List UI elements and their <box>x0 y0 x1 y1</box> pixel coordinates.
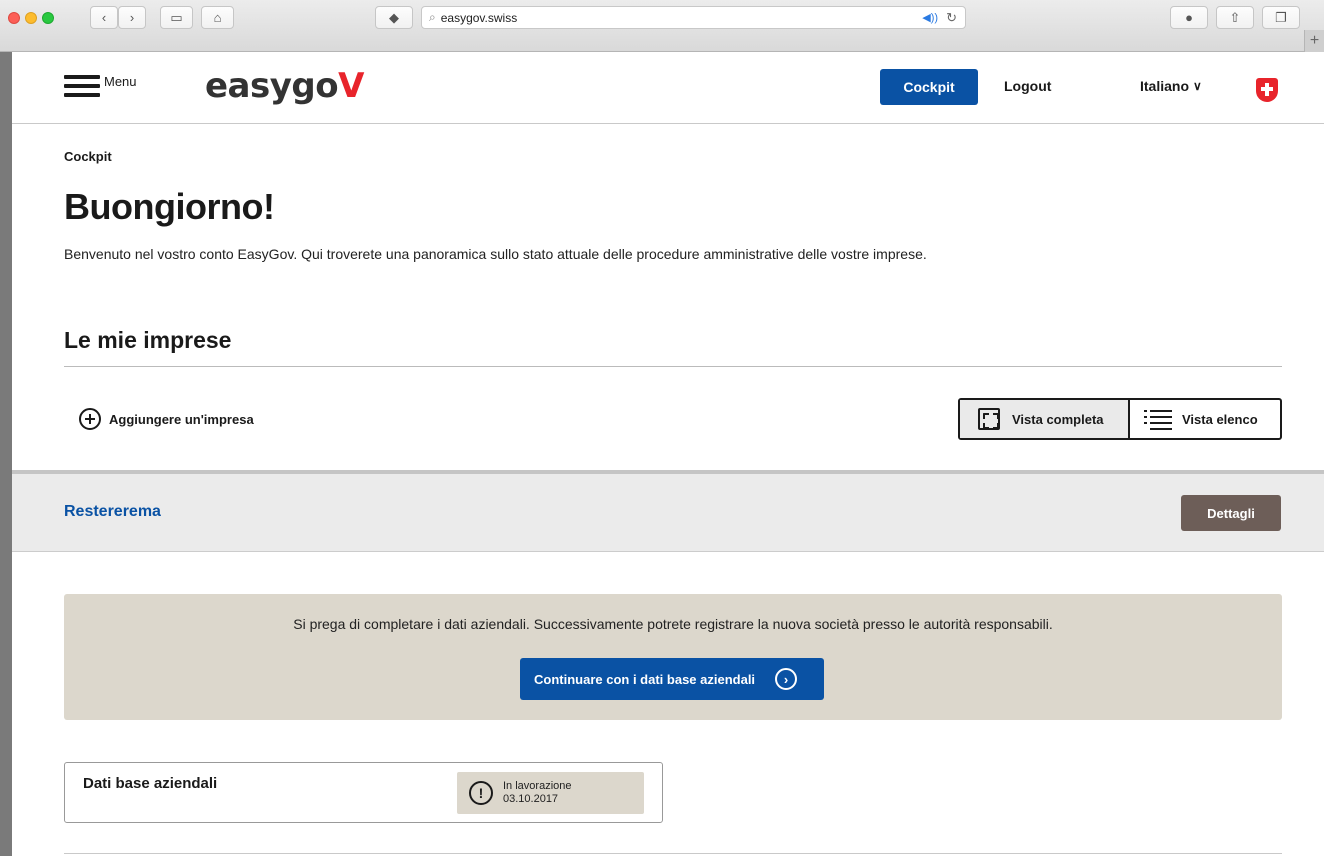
address-text: easygov.swiss <box>440 10 518 25</box>
address-bar[interactable]: ⌕ easygov.swiss ◀)) ↻ <box>421 6 966 29</box>
view-full-label: Vista completa <box>1012 411 1104 427</box>
swiss-cross-icon <box>1256 78 1278 102</box>
home-button[interactable]: ⌂ <box>201 6 234 29</box>
audio-icon[interactable]: ◀)) <box>922 11 938 24</box>
card-title: Dati base aziendali <box>83 775 218 792</box>
plus-circle-icon <box>79 408 101 430</box>
menu-label: Menu <box>104 74 137 89</box>
expand-icon <box>978 408 1000 430</box>
download-icon: ● <box>1185 10 1193 25</box>
cockpit-button[interactable]: Cockpit <box>880 69 978 105</box>
page-title: Buongiorno! <box>64 186 275 227</box>
language-selector[interactable]: Italiano ∨ <box>1140 78 1202 94</box>
extension-button[interactable]: ◆ <box>375 6 413 29</box>
notice-text: Si prega di completare i dati aziendali.… <box>293 616 1053 632</box>
sidebar-toggle-button[interactable]: ▭ <box>160 6 193 29</box>
status-date: 03.10.2017 <box>503 793 559 805</box>
tabs-icon: ❐ <box>1275 9 1287 25</box>
view-full-button[interactable]: Vista completa <box>960 400 1130 438</box>
search-icon: ⌕ <box>429 10 436 24</box>
divider <box>64 853 1282 854</box>
hamburger-icon <box>64 75 100 97</box>
share-button[interactable]: ⇧ <box>1216 6 1254 29</box>
language-label: Italiano <box>1140 78 1190 94</box>
company-data-card[interactable]: Dati base aziendali ! In lavorazione 03.… <box>64 762 663 823</box>
logout-link[interactable]: Logout <box>1004 78 1051 94</box>
minimize-window-button[interactable] <box>25 12 37 24</box>
welcome-text: Benvenuto nel vostro conto EasyGov. Qui … <box>64 246 927 262</box>
home-icon: ⌂ <box>213 10 222 25</box>
menu-button[interactable]: Menu <box>64 74 137 97</box>
evernote-icon: ◆ <box>389 9 399 25</box>
arrow-circle-icon: › <box>775 668 798 690</box>
browser-toolbar: ‹ › ▭ ⌂ ◆ ⌕ easygov.swiss ◀)) ↻ ● ⇧ ❐ + <box>0 0 1324 52</box>
zoom-window-button[interactable] <box>42 12 54 24</box>
share-icon: ⇧ <box>1229 9 1241 25</box>
chevron-left-icon: ‹ <box>101 10 107 25</box>
reload-icon[interactable]: ↻ <box>946 10 957 26</box>
divider <box>64 366 1282 367</box>
forward-button[interactable]: › <box>118 6 146 29</box>
sidebar-icon: ▭ <box>170 9 183 25</box>
back-button[interactable]: ‹ <box>90 6 118 29</box>
notice-panel: Si prega di completare i dati aziendali.… <box>64 594 1282 720</box>
view-toggle: Vista completa Vista elenco <box>958 398 1282 440</box>
new-tab-button[interactable]: + <box>1304 30 1324 52</box>
easygov-logo[interactable]: easygoV <box>205 66 364 106</box>
downloads-button[interactable]: ● <box>1170 6 1208 29</box>
add-company-button[interactable]: Aggiungere un'impresa <box>79 408 254 430</box>
close-window-button[interactable] <box>8 12 20 24</box>
details-button[interactable]: Dettagli <box>1181 495 1281 531</box>
chevron-right-icon: › <box>129 10 135 25</box>
exclamation-icon: ! <box>469 781 493 805</box>
view-list-label: Vista elenco <box>1182 411 1258 427</box>
tabs-button[interactable]: ❐ <box>1262 6 1300 29</box>
continue-label: Continuare con i dati base aziendali <box>534 671 756 687</box>
add-company-label: Aggiungere un'impresa <box>109 411 254 427</box>
continue-button[interactable]: Continuare con i dati base aziendali › <box>520 658 824 700</box>
window-edge <box>0 52 12 856</box>
status-badge: ! In lavorazione 03.10.2017 <box>457 772 644 814</box>
site-header: Menu easygoV Cockpit Logout Italiano ∨ <box>12 52 1324 124</box>
company-header: Restererema Dettagli <box>12 474 1324 552</box>
status-label: In lavorazione <box>503 780 572 792</box>
section-title: Le mie imprese <box>64 327 232 353</box>
status-text: In lavorazione 03.10.2017 <box>503 780 572 806</box>
list-icon <box>1144 409 1172 430</box>
view-list-button[interactable]: Vista elenco <box>1130 400 1280 438</box>
chevron-down-icon: ∨ <box>1193 79 1202 93</box>
company-name-link[interactable]: Restererema <box>64 503 161 521</box>
breadcrumb[interactable]: Cockpit <box>64 149 112 164</box>
